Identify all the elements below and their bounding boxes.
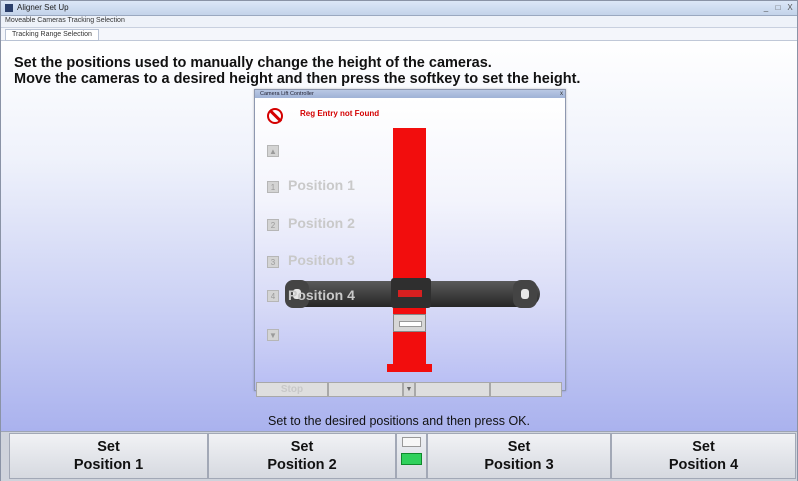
tab-tracking-range-selection[interactable]: Tracking Range Selection bbox=[5, 29, 99, 41]
close-button[interactable]: X bbox=[783, 2, 797, 13]
status-indicator[interactable] bbox=[396, 433, 427, 479]
window-title: Aligner Set Up bbox=[17, 3, 69, 12]
dialog-button-row: Stop ▼ bbox=[254, 382, 564, 397]
set-position-4-line1: Set bbox=[692, 439, 715, 455]
position-3-label: Position 3 bbox=[288, 252, 355, 268]
set-position-3-line1: Set bbox=[507, 439, 531, 455]
menu-item-tracking-selection[interactable]: Moveable Cameras Tracking Selection bbox=[5, 17, 125, 24]
softkey-position-1-button[interactable]: 1 bbox=[267, 181, 279, 193]
position-1-label: Position 1 bbox=[288, 177, 355, 193]
error-message: Reg Entry not Found bbox=[300, 109, 380, 118]
menu-bar: Moveable Cameras Tracking Selection bbox=[1, 16, 797, 28]
dialog-button-4[interactable] bbox=[490, 382, 562, 397]
softkey-position-4-button[interactable]: 4 bbox=[267, 290, 279, 302]
softkey-position-2-button[interactable]: 2 bbox=[267, 219, 279, 231]
dialog-close-button[interactable]: x bbox=[560, 90, 563, 98]
set-position-1-line2: Position 1 bbox=[73, 457, 144, 473]
right-camera-icon bbox=[513, 280, 537, 308]
softkey-up-button[interactable]: ▲ bbox=[267, 145, 279, 157]
camera-lift-dialog: Camera Lift Controller x Reg Entry not F… bbox=[254, 89, 566, 391]
instruction-line-2: Move the cameras to a desired height and… bbox=[14, 71, 581, 87]
position-2-label: Position 2 bbox=[288, 215, 355, 231]
lift-pole-base bbox=[387, 364, 432, 372]
softkey-bar: Set Position 1 Set Position 2 Set Positi… bbox=[1, 431, 797, 481]
app-icon bbox=[5, 4, 13, 12]
tab-bar: Tracking Range Selection bbox=[1, 28, 797, 41]
set-position-2-line1: Set bbox=[290, 439, 314, 455]
status-indicator-light bbox=[401, 453, 422, 465]
set-position-1-line1: Set bbox=[97, 439, 120, 455]
carriage-lower-block bbox=[393, 314, 426, 332]
set-position-2-line2: Position 2 bbox=[267, 457, 337, 473]
main-content: Set the positions used to manually chang… bbox=[1, 41, 797, 431]
dialog-title-bar: Camera Lift Controller x bbox=[255, 90, 565, 98]
position-4-label: Position 4 bbox=[288, 287, 355, 303]
dropdown-arrow-icon[interactable]: ▼ bbox=[403, 382, 415, 397]
set-position-3-button[interactable]: Set Position 3 bbox=[427, 433, 611, 479]
instruction-line-1: Set the positions used to manually chang… bbox=[14, 55, 492, 71]
aligner-setup-window: Aligner Set Up _ □ X Moveable Cameras Tr… bbox=[0, 0, 798, 481]
dialog-button-3[interactable] bbox=[415, 382, 490, 397]
softkey-position-3-button[interactable]: 3 bbox=[267, 256, 279, 268]
prohibited-icon bbox=[267, 108, 283, 124]
set-position-4-button[interactable]: Set Position 4 bbox=[611, 433, 796, 479]
softkey-down-button[interactable]: ▼ bbox=[267, 329, 279, 341]
dialog-title: Camera Lift Controller bbox=[260, 91, 314, 97]
set-position-4-line2: Position 4 bbox=[668, 457, 739, 473]
title-bar: Aligner Set Up _ □ X bbox=[1, 1, 797, 16]
right-camera-lens bbox=[521, 289, 529, 299]
stop-button[interactable]: Stop bbox=[256, 382, 328, 397]
set-position-1-button[interactable]: Set Position 1 bbox=[9, 433, 208, 479]
set-position-2-button[interactable]: Set Position 2 bbox=[208, 433, 396, 479]
set-position-3-line2: Position 3 bbox=[484, 457, 554, 473]
status-indicator-top bbox=[402, 437, 421, 447]
carriage-badge bbox=[398, 290, 422, 297]
lift-pole bbox=[393, 128, 426, 370]
footer-instruction: Set to the desired positions and then pr… bbox=[268, 414, 530, 428]
dialog-body: Reg Entry not Found ▲ 1 Position 1 2 Pos… bbox=[255, 98, 565, 390]
dialog-button-2[interactable] bbox=[328, 382, 403, 397]
